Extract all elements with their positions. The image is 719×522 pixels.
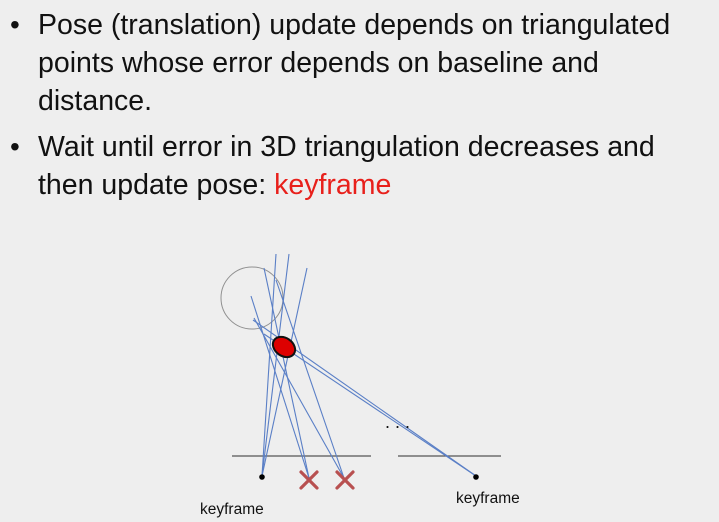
reject-x-icon-left bbox=[299, 470, 319, 490]
keyframe-right-label: keyframe bbox=[456, 490, 520, 507]
ray bbox=[250, 295, 310, 479]
triangulation-diagram: . . . keyframe keyframe bbox=[200, 253, 520, 518]
triangulated-point bbox=[271, 335, 297, 359]
slide: • Pose (translation) update depends on t… bbox=[0, 0, 719, 522]
ellipsis: . . . bbox=[385, 412, 410, 432]
reject-x-icon-right bbox=[335, 470, 355, 490]
ray bbox=[275, 279, 345, 479]
projection-rays bbox=[250, 253, 477, 479]
ray bbox=[263, 267, 310, 479]
keyframe-left-label: keyframe bbox=[200, 501, 264, 518]
ray bbox=[253, 317, 345, 479]
keyframe-right-point bbox=[473, 474, 479, 480]
keyframe-left-point bbox=[259, 474, 265, 480]
ray bbox=[263, 333, 477, 477]
